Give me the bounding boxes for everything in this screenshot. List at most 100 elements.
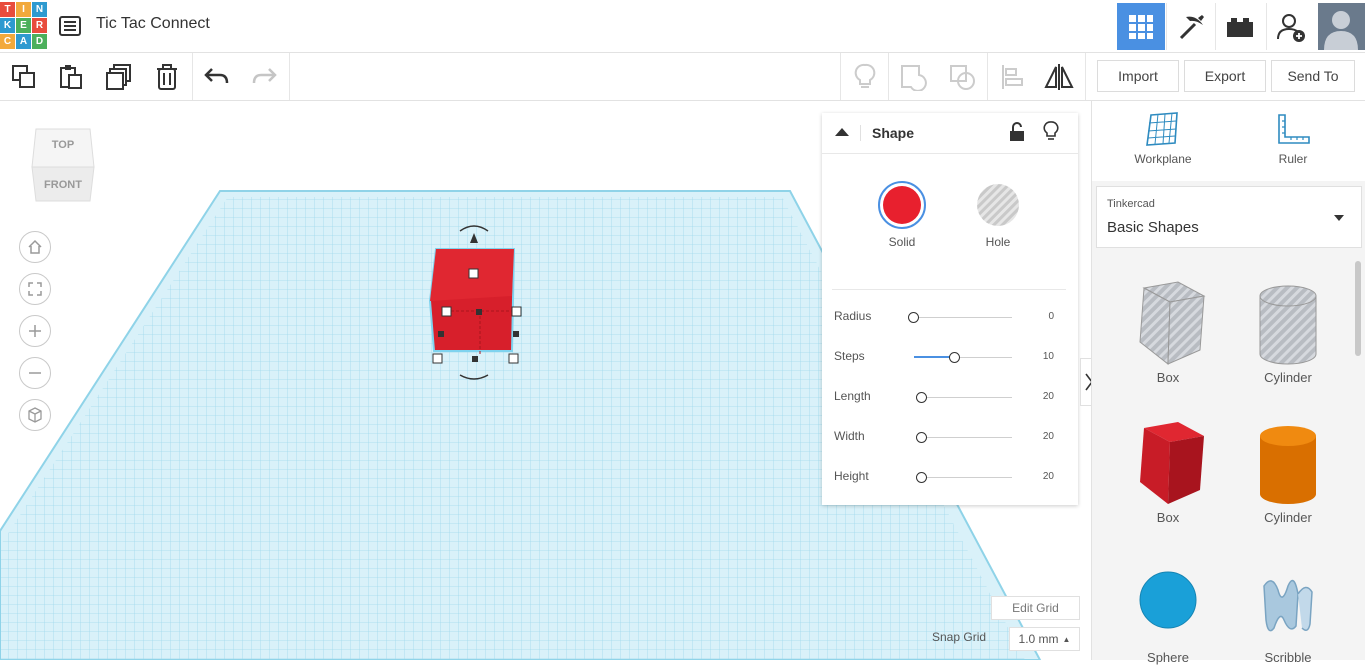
paste-icon <box>60 65 82 89</box>
show-all-button[interactable] <box>849 61 881 93</box>
invite-button[interactable] <box>1266 3 1315 50</box>
param-value[interactable]: 20 <box>1014 471 1054 482</box>
design-list-icon[interactable] <box>58 14 82 38</box>
view-cube-top-label[interactable]: TOP <box>30 139 96 151</box>
copy-button[interactable] <box>8 61 40 93</box>
perspective-button[interactable] <box>19 399 51 431</box>
param-label: Radius <box>834 309 872 323</box>
ungroup-button[interactable] <box>946 61 978 93</box>
shape-sphere[interactable]: Sphere <box>1118 556 1218 665</box>
param-height[interactable]: Height 20 <box>834 469 1066 485</box>
toolbar-divider <box>987 53 988 100</box>
shape-label: Cylinder <box>1264 510 1312 525</box>
logo-letter: D <box>32 34 47 49</box>
param-width[interactable]: Width 20 <box>834 429 1066 445</box>
resize-handle[interactable] <box>508 353 519 364</box>
paste-button[interactable] <box>55 61 87 93</box>
shape-cylinder-hole[interactable]: Cylinder <box>1238 276 1338 391</box>
zoom-in-button[interactable] <box>19 315 51 347</box>
lightbulb-icon[interactable] <box>1043 121 1059 148</box>
undo-button[interactable] <box>201 61 233 93</box>
logo-letter: I <box>16 2 31 17</box>
shape-cylinder-solid[interactable]: Cylinder <box>1238 416 1338 531</box>
snap-grid-select[interactable]: 1.0 mm ▲ <box>1009 627 1080 651</box>
snap-grid-value: 1.0 mm <box>1018 632 1059 646</box>
slider-knob[interactable] <box>916 392 927 403</box>
zoom-out-button[interactable] <box>19 357 51 389</box>
align-icon <box>1002 65 1023 89</box>
redo-button[interactable] <box>248 61 280 93</box>
param-value[interactable]: 20 <box>1014 431 1054 442</box>
param-length[interactable]: Length 20 <box>834 389 1066 405</box>
export-button[interactable]: Export <box>1184 60 1266 92</box>
slider-knob[interactable] <box>908 312 919 323</box>
send-to-button[interactable]: Send To <box>1271 60 1355 92</box>
slider-knob[interactable] <box>949 352 960 363</box>
param-steps[interactable]: Steps 10 <box>834 349 1066 365</box>
group-button[interactable] <box>897 61 929 93</box>
align-button[interactable] <box>996 61 1028 93</box>
param-value[interactable]: 10 <box>1014 351 1054 362</box>
top-header: T I N K E R C A D Tic Tac Connect <box>0 0 1365 53</box>
shapes-scrollbar[interactable] <box>1355 261 1361 356</box>
minus-icon <box>29 372 41 374</box>
shape-label: Cylinder <box>1264 370 1312 385</box>
inspector-header: Shape <box>822 113 1078 154</box>
mirror-button[interactable] <box>1043 61 1075 93</box>
shape-box-solid[interactable]: Box <box>1118 416 1218 531</box>
slider-knob[interactable] <box>916 472 927 483</box>
grid-view-icon <box>1129 14 1153 39</box>
library-source: Tinkercad <box>1107 198 1155 210</box>
selected-box-shape[interactable] <box>420 221 530 386</box>
logo-letter: R <box>32 18 47 33</box>
rotate-handle-top[interactable] <box>459 225 489 232</box>
home-view-button[interactable] <box>19 231 51 263</box>
resize-handle[interactable] <box>432 353 443 364</box>
tinkercad-logo[interactable]: T I N K E R C A D <box>0 2 47 49</box>
resize-handle[interactable] <box>441 306 452 317</box>
copy-icon <box>12 65 35 88</box>
caret-down-icon <box>1334 215 1344 221</box>
view-cube-front-label[interactable]: FRONT <box>30 179 96 191</box>
caret-up-icon: ▲ <box>1062 634 1071 644</box>
shapes-panel: Workplane Ruler Tinkercad Basic Shapes B… <box>1091 101 1365 665</box>
param-label: Height <box>834 469 869 483</box>
bricks-button[interactable] <box>1215 3 1264 50</box>
cube-icon <box>28 407 42 423</box>
workplane-button[interactable]: Workplane <box>1132 111 1194 166</box>
ruler-button[interactable]: Ruler <box>1267 111 1319 166</box>
duplicate-button[interactable] <box>103 61 135 93</box>
edit-grid-button[interactable]: Edit Grid <box>991 596 1080 620</box>
delete-button[interactable] <box>151 61 183 93</box>
height-handle[interactable] <box>468 268 479 279</box>
pickaxe-icon <box>1179 14 1204 39</box>
toolbar-divider <box>289 53 290 100</box>
grid-view-button[interactable] <box>1117 3 1165 50</box>
slider-knob[interactable] <box>916 432 927 443</box>
param-value[interactable]: 20 <box>1014 391 1054 402</box>
fit-view-button[interactable] <box>19 273 51 305</box>
shape-scribble[interactable]: Scribble <box>1238 556 1338 665</box>
param-radius[interactable]: Radius 0 <box>834 309 1066 325</box>
hole-label[interactable]: Hole <box>973 235 1023 249</box>
solid-color-swatch[interactable] <box>877 180 927 230</box>
lock-icon[interactable] <box>1009 122 1025 147</box>
collapse-icon[interactable] <box>834 125 850 143</box>
build-button[interactable] <box>1166 3 1215 50</box>
trash-icon <box>157 64 177 90</box>
snap-grid-label: Snap Grid <box>932 630 987 644</box>
rotate-handle-bottom[interactable] <box>459 374 489 380</box>
logo-letter: C <box>0 34 15 49</box>
group-icon <box>901 65 927 91</box>
shape-box-hole[interactable]: Box <box>1118 276 1218 391</box>
solid-label[interactable]: Solid <box>877 235 927 249</box>
view-cube[interactable]: TOP FRONT <box>30 125 96 203</box>
import-button[interactable]: Import <box>1097 60 1179 92</box>
add-user-icon <box>1277 13 1305 42</box>
library-select[interactable]: Tinkercad Basic Shapes <box>1096 186 1362 248</box>
avatar[interactable] <box>1318 3 1365 50</box>
design-title[interactable]: Tic Tac Connect <box>96 15 210 33</box>
resize-handle[interactable] <box>511 306 522 317</box>
hole-swatch[interactable] <box>973 180 1023 230</box>
param-value[interactable]: 0 <box>1014 311 1054 322</box>
